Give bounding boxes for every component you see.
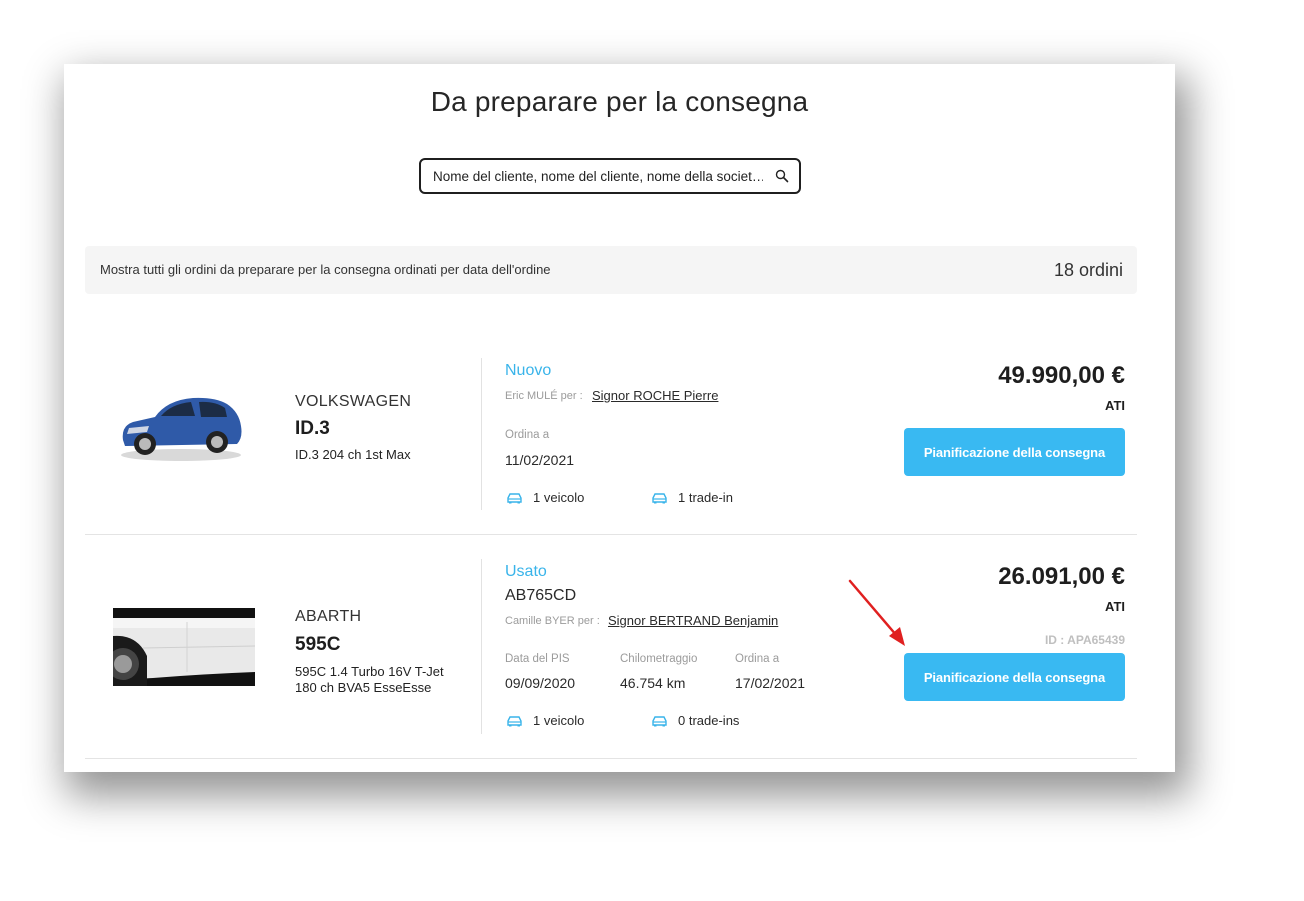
pis-date: 09/09/2020 [505, 675, 576, 691]
price-type: ATI [1105, 599, 1125, 614]
car-icon [507, 492, 522, 503]
order-date-label: Ordina a [735, 653, 780, 665]
order-date: 17/02/2021 [735, 675, 806, 691]
pis-date-label: Data del PIS [505, 653, 570, 665]
page-title: Da preparare per la consegna [430, 86, 809, 117]
vehicles-count: 1 veicolo [506, 490, 584, 505]
car-version-line: 595C 1.4 Turbo 16V T-Jet [295, 664, 444, 679]
order-row: VOLKSWAGEN ID.3 ID.3 204 ch 1st Max Nuov… [85, 294, 1137, 535]
tradeins-count: 0 trade-ins [651, 713, 739, 728]
car-icon [652, 715, 667, 726]
plan-delivery-button[interactable]: Pianificazione della consegna [904, 428, 1125, 476]
vehicles-count: 1 veicolo [506, 713, 584, 728]
seller-name: Camille BYER per : [505, 615, 600, 627]
order-date: 11/02/2021 [505, 452, 575, 468]
car-brand: ABARTH [295, 608, 362, 625]
order-id: ID : APA65439 [1044, 633, 1125, 647]
order-date-label: Ordina a [505, 429, 550, 441]
vehicle-condition: Nuovo [505, 362, 552, 379]
car-version: ID.3 204 ch 1st Max [295, 447, 411, 462]
car-model: ID.3 [295, 418, 330, 439]
car-image [121, 397, 242, 461]
vehicles-count-text: 1 veicolo [533, 490, 585, 505]
plan-delivery-button[interactable]: Pianificazione della consegna [904, 653, 1125, 701]
car-icon [652, 492, 667, 503]
annotation-arrow-icon [848, 579, 905, 646]
order-price: 49.990,00 € [998, 362, 1125, 389]
car-version: 595C 1.4 Turbo 16V T-Jet 180 ch BVA5 Ess… [295, 664, 444, 696]
vehicles-count-text: 1 veicolo [533, 713, 585, 728]
orders-summary-bar: Mostra tutti gli ordini da preparare per… [85, 246, 1137, 294]
mileage: 46.754 km [620, 675, 686, 691]
customer-link[interactable]: Signor BERTRAND Benjamin [608, 613, 778, 628]
price-type: ATI [1105, 398, 1125, 413]
mileage-label: Chilometraggio [620, 653, 698, 665]
car-icon [507, 715, 522, 726]
car-brand: VOLKSWAGEN [295, 393, 412, 410]
license-plate: AB765CD [505, 587, 577, 604]
search-input[interactable] [433, 160, 763, 192]
search-box[interactable] [419, 158, 801, 194]
tradeins-count-text: 1 trade-in [678, 490, 733, 505]
divider [481, 559, 482, 734]
car-model: 595C [295, 634, 341, 655]
vehicle-condition: Usato [505, 563, 547, 580]
order-row: ABARTH 595C 595C 1.4 Turbo 16V T-Jet 180… [85, 535, 1137, 759]
seller-name: Eric MULÉ per : [505, 390, 583, 402]
order-price: 26.091,00 € [998, 563, 1125, 590]
divider [481, 358, 482, 510]
orders-panel: Da preparare per la consegna Mostra tutt… [64, 64, 1175, 772]
customer-link[interactable]: Signor ROCHE Pierre [592, 388, 718, 403]
car-version-line: 180 ch BVA5 EsseEsse [295, 680, 432, 695]
car-image [113, 608, 255, 686]
search-icon[interactable] [775, 169, 789, 183]
orders-count: 18 ordini [1053, 260, 1123, 280]
summary-description: Mostra tutti gli ordini da preparare per… [100, 262, 551, 277]
tradeins-count-text: 0 trade-ins [678, 713, 740, 728]
tradeins-count: 1 trade-in [651, 490, 733, 505]
